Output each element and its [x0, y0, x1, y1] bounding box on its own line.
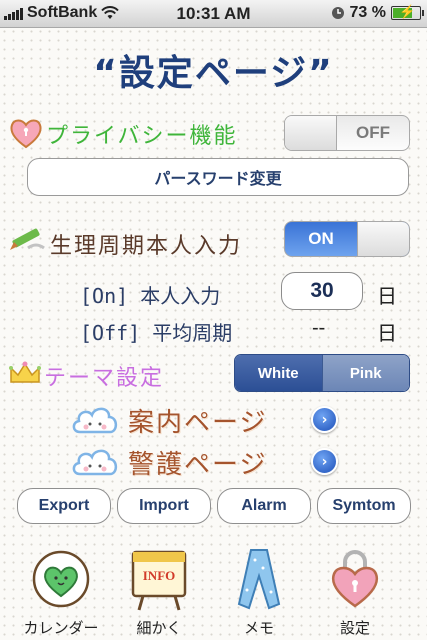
page-title: “設定ページ”	[93, 53, 334, 94]
tab-settings[interactable]: 設定	[310, 540, 400, 640]
toggle-state: OFF	[356, 123, 390, 142]
toggle-knob	[357, 222, 409, 256]
on-unit: 日	[377, 286, 397, 308]
guide-page-link[interactable]: 案内ページ ›	[70, 398, 360, 442]
status-bar: SoftBank 10:31 AM 73 % ⚡	[0, 0, 427, 28]
theme-option-white[interactable]: White	[235, 355, 322, 391]
security-page-link[interactable]: 警護ページ ›	[70, 440, 360, 484]
battery-percent: 73 %	[349, 4, 386, 21]
theme-selector[interactable]: White Pink	[234, 354, 410, 392]
symptom-button[interactable]: Symtom	[317, 488, 411, 524]
ribbon-icon	[237, 549, 281, 610]
on-mode-label: [On] 本人入力	[80, 284, 221, 308]
heart-lock-icon	[331, 550, 379, 608]
guide-page-label: 案内ページ	[128, 407, 268, 438]
tab-calendar[interactable]: カレンダー	[16, 540, 106, 640]
alarm-button[interactable]: Alarm	[217, 488, 311, 524]
tab-details[interactable]: INFO 細かく	[114, 540, 204, 640]
cloud-icon	[72, 449, 118, 476]
heart-icon	[32, 550, 90, 608]
chevron-right-icon[interactable]: ›	[311, 448, 338, 475]
theme-option-pink[interactable]: Pink	[321, 355, 409, 391]
cloud-icon	[72, 407, 118, 434]
privacy-label: プライバシー機能	[46, 124, 238, 149]
cycle-input-label: 生理周期本人入力	[50, 234, 243, 259]
average-cycle-value: --	[312, 317, 326, 339]
privacy-toggle[interactable]: OFF	[284, 115, 410, 151]
alarm-clock-icon	[331, 7, 344, 19]
tab-details-label: 細かく	[136, 619, 182, 637]
toggle-state: ON	[308, 229, 334, 248]
cycle-input-toggle[interactable]: ON	[284, 221, 410, 257]
import-button[interactable]: Import	[117, 488, 211, 524]
off-unit: 日	[377, 323, 397, 345]
tab-settings-label: 設定	[339, 619, 370, 637]
info-badge: INFO	[142, 568, 176, 583]
toggle-knob	[285, 116, 337, 150]
off-mode-label: [Off] 平均周期	[80, 321, 233, 345]
chevron-right-icon[interactable]: ›	[311, 406, 338, 433]
pencil-icon	[10, 228, 45, 250]
crown-icon	[9, 361, 41, 383]
change-password-button[interactable]: パースワード変更	[27, 158, 409, 196]
heart-lock-icon	[10, 119, 42, 149]
battery-icon: ⚡	[391, 4, 424, 20]
security-page-label: 警護ページ	[128, 449, 268, 480]
export-button[interactable]: Export	[17, 488, 111, 524]
tab-memo-label: メモ	[243, 619, 274, 637]
tab-memo[interactable]: メモ	[214, 540, 304, 640]
cycle-days-input[interactable]: 30	[281, 272, 363, 310]
theme-label: テーマ設定	[44, 366, 165, 391]
tab-calendar-label: カレンダー	[23, 619, 99, 637]
